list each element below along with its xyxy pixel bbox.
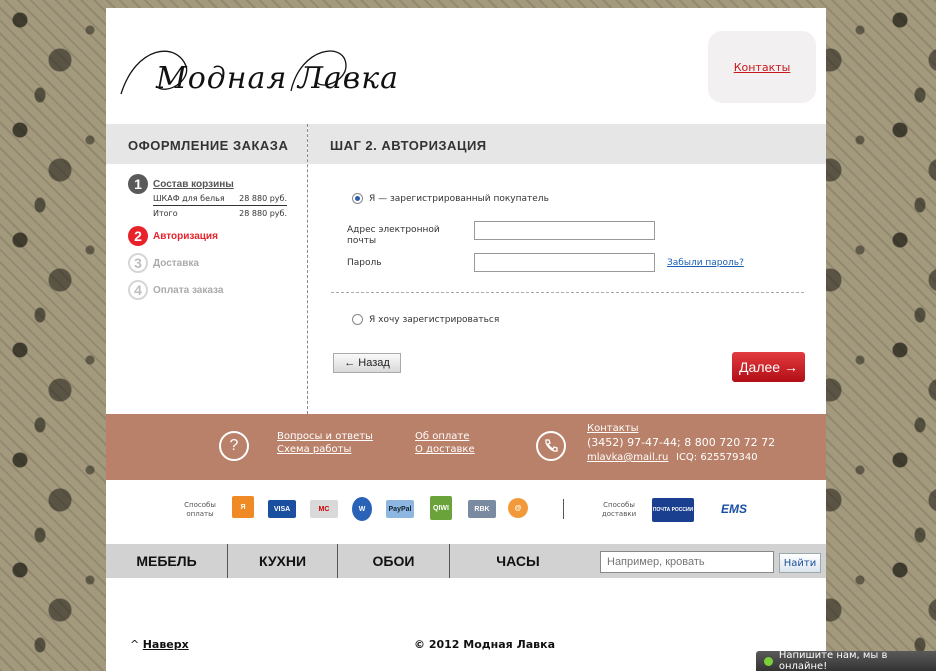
- online-status-icon: [764, 656, 773, 666]
- site-logo[interactable]: Модная Лавка: [116, 36, 416, 106]
- option-register[interactable]: Я хочу зарегистрироваться: [352, 314, 499, 325]
- sidebar-title: ОФОРМЛЕНИЕ ЗАКАЗА: [106, 124, 307, 164]
- step-label: Доставка: [153, 257, 199, 269]
- search-input[interactable]: [600, 551, 774, 573]
- phone-numbers: (3452) 97-47-44; 8 800 720 72 72: [587, 436, 776, 449]
- contacts-band-link[interactable]: Контакты: [587, 423, 638, 434]
- chat-label: Напишите нам, мы в онлайне!: [778, 650, 888, 671]
- qiwi-icon: QIWI: [430, 496, 452, 520]
- back-to-top[interactable]: ^ Наверх: [130, 638, 189, 651]
- forgot-password-link[interactable]: Забыли пароль?: [667, 258, 744, 268]
- nav-item-wallpaper[interactable]: ОБОИ: [338, 544, 450, 578]
- rbk-icon: RBK: [468, 500, 496, 518]
- step-cart[interactable]: 1 Состав корзины: [128, 174, 234, 194]
- cart-total: Итого 28 880 руб.: [153, 209, 287, 218]
- cart-item-price: 28 880 руб.: [239, 194, 287, 203]
- cart-total-label: Итого: [153, 209, 178, 218]
- password-field[interactable]: [474, 253, 655, 272]
- form-divider: [331, 292, 804, 293]
- radio-registered[interactable]: [352, 193, 363, 204]
- next-button[interactable]: Далее →: [732, 352, 805, 382]
- question-icon: ?: [219, 431, 249, 461]
- password-label: Пароль: [347, 258, 382, 268]
- copyright: © 2012 Модная Лавка: [414, 638, 555, 651]
- column-divider: [307, 124, 308, 414]
- payment-separator: [563, 499, 564, 519]
- back-to-top-label: Наверх: [142, 638, 189, 651]
- online-chat-widget[interactable]: Напишите нам, мы в онлайне!: [756, 650, 936, 671]
- ems-icon: EMS: [702, 500, 766, 518]
- info-band: ? Вопросы и ответы Схема работы Об оплат…: [106, 414, 826, 480]
- phone-icon: [536, 431, 566, 461]
- cart-item-name: ШКАФ для белья: [153, 194, 225, 203]
- step-auth: 2 Авторизация: [128, 226, 218, 246]
- option-register-label: Я хочу зарегистрироваться: [369, 314, 500, 325]
- step-payment: 4 Оплата заказа: [128, 280, 223, 300]
- faq-link[interactable]: Вопросы и ответы: [277, 431, 373, 442]
- svg-text:Модная Лавка: Модная Лавка: [155, 61, 399, 96]
- contacts-box: Контакты: [708, 31, 816, 103]
- logo-flourish: Модная Лавка: [120, 50, 399, 96]
- cart-total-price: 28 880 руб.: [239, 209, 287, 218]
- paypal-icon: PayPal: [386, 500, 414, 518]
- search-button[interactable]: Найти: [779, 553, 821, 573]
- contacts-link[interactable]: Контакты: [734, 61, 791, 74]
- page-title: ШАГ 2. АВТОРИЗАЦИЯ: [308, 124, 826, 164]
- nav-item-furniture[interactable]: МЕБЕЛЬ: [106, 544, 228, 578]
- mastercard-icon: MC: [310, 500, 338, 518]
- email-payment-icon: @: [508, 498, 528, 518]
- icq-number: ICQ: 625579340: [676, 452, 758, 463]
- option-registered-label: Я — зарегистрированный покупатель: [369, 193, 549, 204]
- cart-item: ШКАФ для белья 28 880 руб.: [153, 194, 287, 206]
- scheme-link[interactable]: Схема работы: [277, 444, 351, 455]
- delivery-info-link[interactable]: О доставке: [415, 444, 475, 455]
- back-button[interactable]: ← Назад: [333, 353, 401, 373]
- nav-item-kitchens[interactable]: КУХНИ: [228, 544, 338, 578]
- option-registered[interactable]: Я — зарегистрированный покупатель: [352, 193, 549, 204]
- nav-item-clocks[interactable]: ЧАСЫ: [450, 544, 586, 578]
- visa-icon: VISA: [268, 500, 296, 518]
- email-link[interactable]: mlavka@mail.ru: [587, 452, 668, 463]
- payment-info-link[interactable]: Об оплате: [415, 431, 469, 442]
- step-number: 4: [128, 280, 148, 300]
- step-delivery: 3 Доставка: [128, 253, 199, 273]
- email-field[interactable]: [474, 221, 655, 240]
- russian-post-icon: ПОЧТА РОССИИ: [652, 498, 694, 522]
- email-label: Адрес электронной почты: [347, 225, 440, 246]
- page-container: Модная Лавка Контакты ОФОРМЛЕНИЕ ЗАКАЗА …: [106, 8, 826, 671]
- step-number: 3: [128, 253, 148, 273]
- step-label: Состав корзины: [153, 178, 234, 190]
- up-arrow-icon: ^: [130, 638, 140, 651]
- radio-register[interactable]: [352, 314, 363, 325]
- webmoney-icon: W: [352, 497, 372, 521]
- step-label: Оплата заказа: [153, 284, 224, 296]
- step-label: Авторизация: [153, 230, 218, 242]
- delivery-methods-label: Способы доставки: [601, 501, 637, 518]
- step-number: 1: [128, 174, 148, 194]
- payment-methods-label: Способы оплаты: [184, 501, 216, 518]
- yandex-money-icon: Я: [232, 496, 254, 518]
- step-number: 2: [128, 226, 148, 246]
